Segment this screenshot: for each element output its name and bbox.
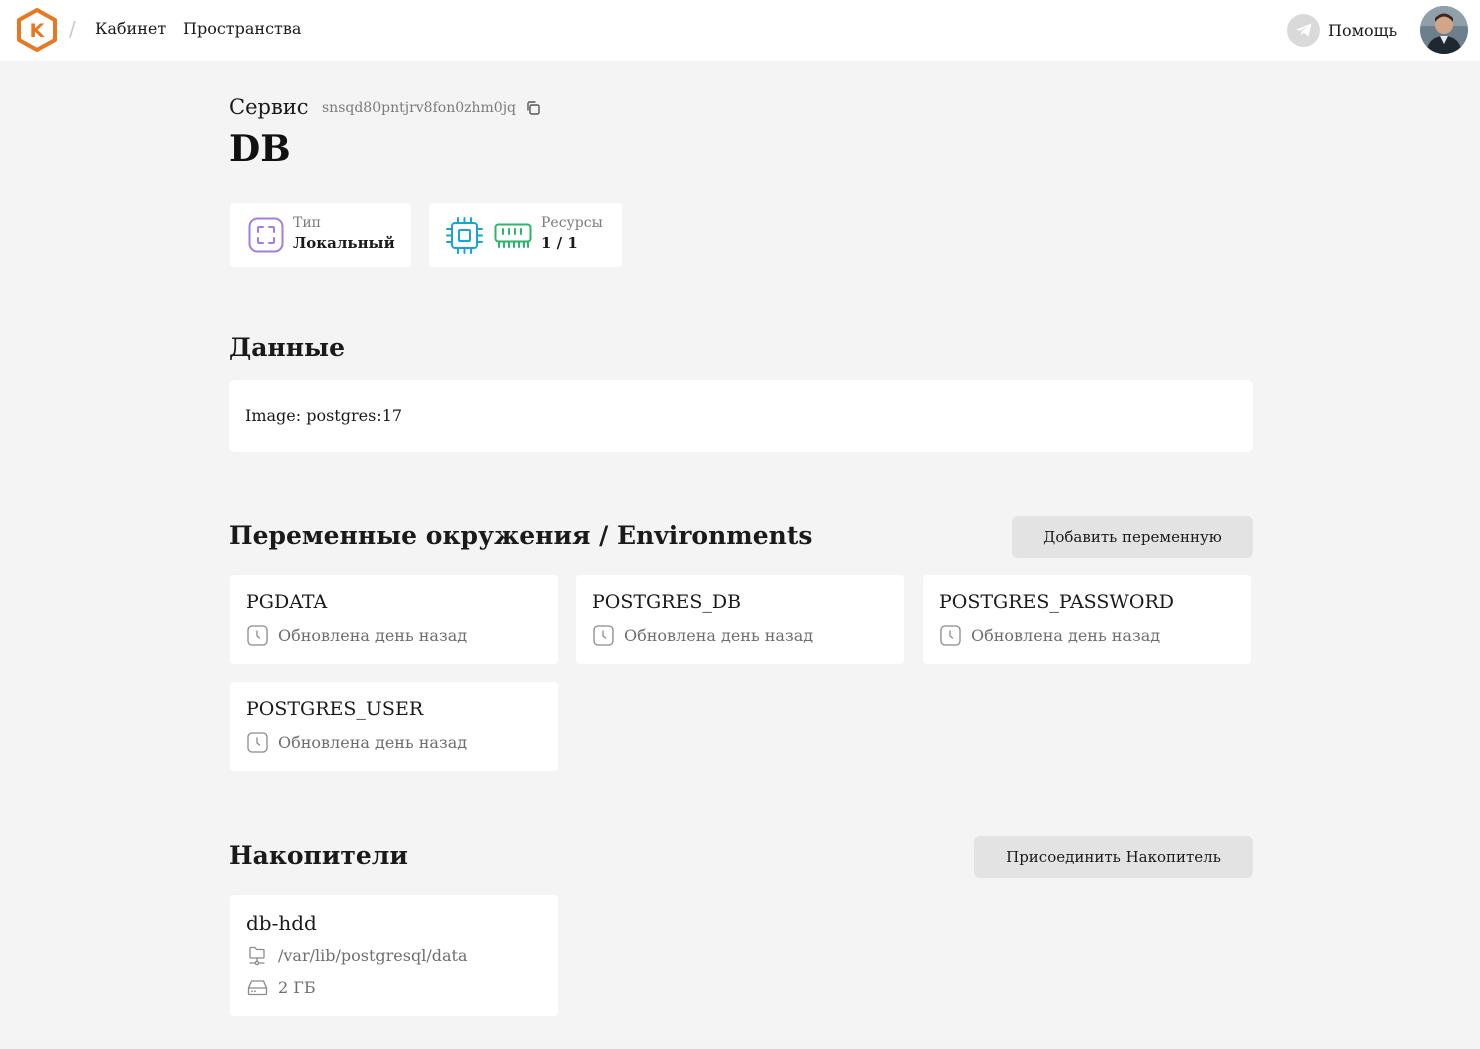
clock-icon	[940, 625, 961, 646]
volume-path: /var/lib/postgresql/data	[278, 946, 468, 965]
help-label: Помощь	[1328, 20, 1398, 40]
image-text: Image: postgres:17	[245, 406, 403, 425]
logo-icon[interactable]: K	[15, 7, 59, 53]
env-updated-row: Обновлена день назад	[247, 625, 467, 646]
breadcrumb-separator: /	[69, 17, 76, 41]
ram-icon	[494, 223, 532, 248]
help-button[interactable]: Помощь	[1287, 13, 1397, 47]
copy-icon[interactable]	[525, 100, 541, 116]
resources-label: Ресурсы	[541, 215, 603, 231]
clock-icon	[593, 625, 614, 646]
env-card-postgres-user[interactable]: POSTGRES_USER Обновлена день назад	[230, 682, 558, 771]
env-card-postgres-password[interactable]: POSTGRES_PASSWORD Обновлена день назад	[923, 575, 1251, 664]
folder-network-icon	[249, 946, 265, 966]
add-variable-button[interactable]: Добавить переменную	[1012, 516, 1253, 558]
env-updated-row: Обновлена день назад	[593, 625, 813, 646]
env-updated-text: Обновлена день назад	[971, 626, 1161, 645]
env-updated-text: Обновлена день назад	[624, 626, 814, 645]
env-section-title: Переменные окружения / Environments	[229, 521, 813, 550]
volume-path-row: /var/lib/postgresql/data	[247, 945, 467, 966]
service-id: snsqd80pntjrv8fon0zhm0jq	[322, 100, 516, 116]
env-updated-row: Обновлена день назад	[247, 732, 467, 753]
resources-value: 1 / 1	[541, 234, 578, 252]
env-name: POSTGRES_DB	[592, 591, 742, 613]
page-title: DB	[229, 128, 291, 170]
telegram-icon	[1287, 13, 1320, 47]
clock-icon	[247, 732, 268, 753]
top-bar: K / Кабинет Пространства Помощь	[0, 0, 1480, 61]
env-updated-text: Обновлена день назад	[278, 733, 468, 752]
clock-icon	[247, 625, 268, 646]
hard-drive-icon	[247, 980, 268, 996]
env-name: PGDATA	[246, 591, 328, 613]
env-updated-text: Обновлена день назад	[278, 626, 468, 645]
volume-size: 2 ГБ	[278, 978, 316, 997]
volume-card-db-hdd[interactable]: db-hdd /var/lib/postgresql/data 2 ГБ	[230, 895, 558, 1016]
cpu-icon	[446, 217, 483, 254]
attach-volume-button[interactable]: Присоединить Накопитель	[974, 836, 1253, 878]
local-frame-icon	[248, 217, 284, 253]
env-card-postgres-db[interactable]: POSTGRES_DB Обновлена день назад	[576, 575, 904, 664]
service-label: Сервис	[229, 95, 309, 119]
resources-card: Ресурсы 1 / 1	[429, 203, 622, 267]
type-value: Локальный	[293, 234, 395, 252]
volumes-section-title: Накопители	[229, 841, 408, 870]
env-updated-row: Обновлена день назад	[940, 625, 1160, 646]
breadcrumb-cabinet[interactable]: Кабинет	[95, 19, 166, 38]
logo-letter: K	[30, 20, 46, 42]
env-name: POSTGRES_PASSWORD	[939, 591, 1175, 613]
breadcrumb-spaces[interactable]: Пространства	[183, 19, 301, 38]
data-section-title: Данные	[229, 333, 345, 362]
volume-name: db-hdd	[246, 911, 317, 935]
volume-size-row: 2 ГБ	[247, 977, 316, 998]
avatar[interactable]	[1420, 6, 1468, 54]
env-name: POSTGRES_USER	[246, 698, 424, 720]
env-card-pgdata[interactable]: PGDATA Обновлена день назад	[230, 575, 558, 664]
data-box: Image: postgres:17	[229, 380, 1253, 452]
type-label: Тип	[293, 215, 321, 231]
type-card: Тип Локальный	[230, 203, 411, 267]
